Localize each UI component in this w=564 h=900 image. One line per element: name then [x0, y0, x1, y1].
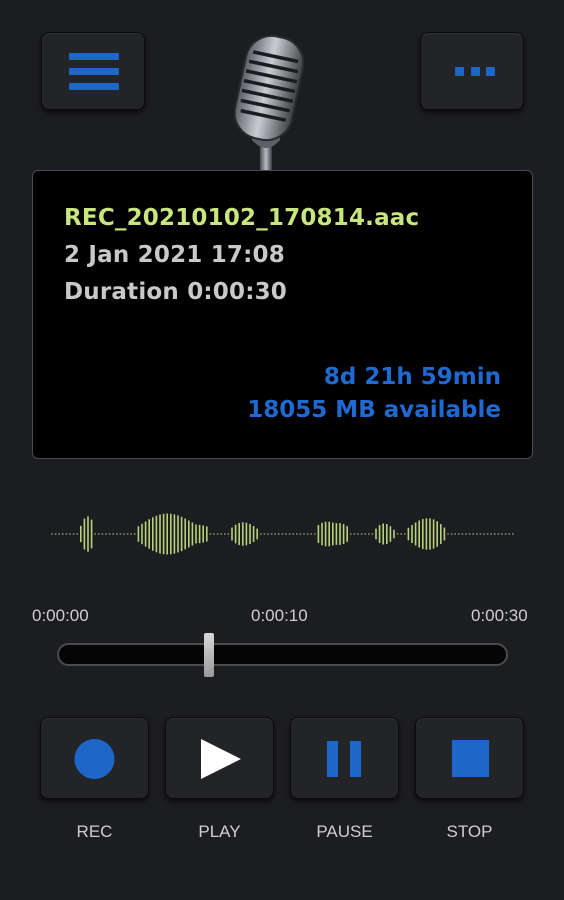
- recording-filename: REC_20210102_170814.aac: [64, 205, 420, 231]
- hamburger-icon: [69, 53, 119, 91]
- record-button[interactable]: [40, 717, 149, 799]
- timeline-end-label: 0:00:30: [471, 606, 528, 625]
- seekbar-thumb[interactable]: [204, 633, 215, 677]
- audio-waveform: [51, 513, 514, 555]
- play-button[interactable]: [165, 717, 274, 799]
- recording-duration: Duration 0:00:30: [64, 279, 288, 305]
- microphone-icon: [233, 34, 305, 174]
- play-triangle-icon: [201, 739, 241, 779]
- timeline-mid-label: 0:00:10: [251, 606, 308, 625]
- play-label: PLAY: [198, 822, 241, 841]
- pause-label: PAUSE: [316, 822, 373, 841]
- record-label: REC: [76, 822, 113, 841]
- pause-bars-icon: [327, 741, 361, 777]
- more-dots-icon: [455, 67, 495, 77]
- recording-info-panel: REC_20210102_170814.aac 2 Jan 2021 17:08…: [32, 170, 533, 459]
- menu-button[interactable]: [41, 32, 145, 110]
- pause-button[interactable]: [290, 717, 399, 799]
- more-options-button[interactable]: [420, 32, 524, 110]
- stop-button[interactable]: [415, 717, 524, 799]
- stop-label: STOP: [446, 822, 493, 841]
- remaining-record-time: 8d 21h 59min: [323, 364, 501, 390]
- storage-available: 18055 MB available: [247, 397, 501, 423]
- playback-seekbar[interactable]: [57, 643, 508, 666]
- timeline-start-label: 0:00:00: [32, 606, 89, 625]
- stop-square-icon: [452, 740, 489, 777]
- recording-datetime: 2 Jan 2021 17:08: [64, 242, 285, 268]
- record-circle-icon: [74, 739, 115, 779]
